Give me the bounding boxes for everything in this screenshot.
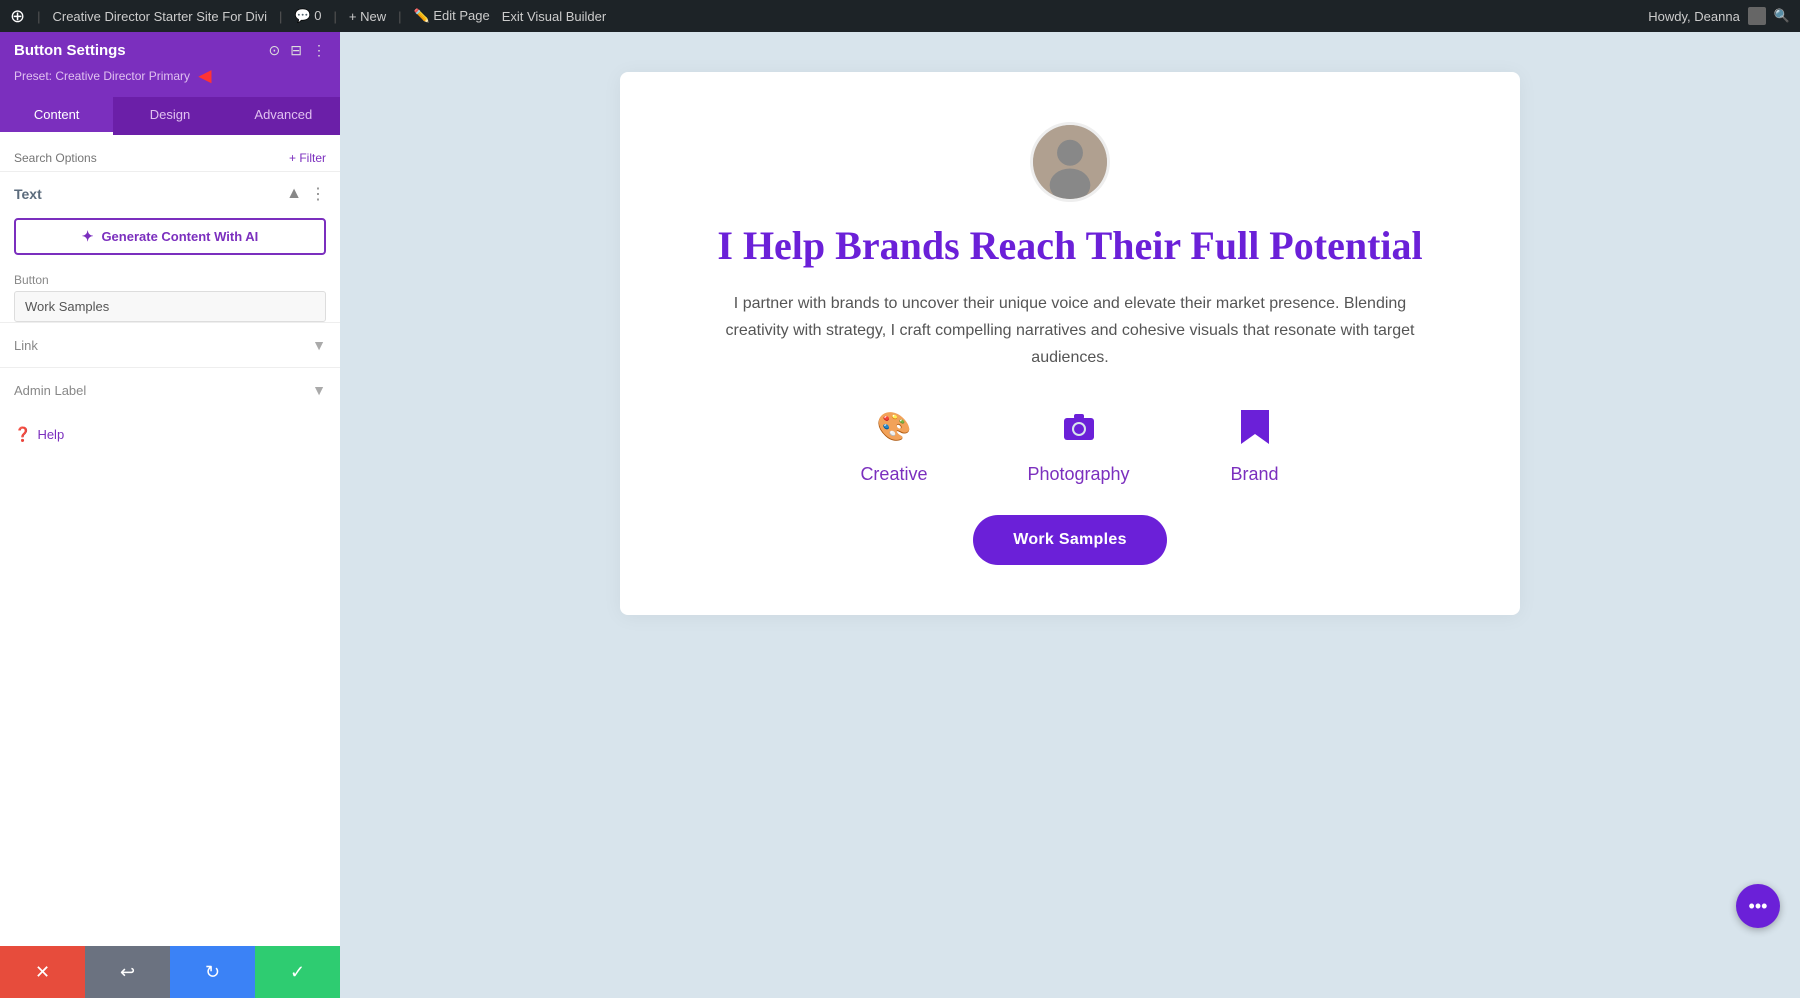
undo-button[interactable]: ↩ (85, 946, 170, 998)
admin-label-section: Admin Label ▼ (0, 367, 340, 412)
link-section-title: Link (14, 338, 38, 353)
panel-tabs: Content Design Advanced (0, 97, 340, 135)
ai-button-label: Generate Content With AI (101, 229, 258, 244)
cta-button[interactable]: Work Samples (973, 515, 1167, 565)
admin-avatar[interactable] (1748, 7, 1766, 25)
icon-item-brand: Brand (1230, 402, 1280, 485)
link-chevron-icon: ▼ (312, 337, 326, 353)
icons-row: 🎨 Creative Photography (860, 402, 1279, 485)
brand-icon (1230, 402, 1280, 452)
creative-label: Creative (860, 464, 927, 485)
ai-generate-button[interactable]: ✦ Generate Content With AI (14, 218, 326, 255)
preset-arrow: ◄ (194, 63, 216, 89)
text-section-header: Text ▲ ⋮ (0, 172, 340, 212)
ai-icon: ✦ (82, 228, 94, 245)
wp-admin-bar: ⊕ | Creative Director Starter Site For D… (0, 0, 1800, 32)
close-icon: ✕ (35, 962, 50, 983)
hero-card: I Help Brands Reach Their Full Potential… (620, 72, 1520, 615)
panel-header-icons: ⊙ ⊟ ⋮ (269, 42, 326, 59)
section-controls: ▲ ⋮ (286, 184, 326, 204)
brand-label: Brand (1231, 464, 1279, 485)
admin-bar-right: Howdy, Deanna 🔍 (1648, 7, 1790, 25)
filter-button[interactable]: + Filter (289, 151, 326, 165)
button-field-label: Button (0, 261, 340, 291)
link-section: Link ▼ (0, 322, 340, 367)
icon-item-creative: 🎨 Creative (860, 402, 927, 485)
panel-preset[interactable]: Preset: Creative Director Primary ◄ (14, 63, 326, 89)
separator-1: | (37, 9, 40, 24)
hero-title: I Help Brands Reach Their Full Potential (717, 222, 1422, 270)
panel-header-top: Button Settings ⊙ ⊟ ⋮ (14, 42, 326, 59)
separator-4: | (398, 9, 401, 24)
left-panel: Button Settings ⊙ ⊟ ⋮ Preset: Creative D… (0, 32, 340, 998)
tab-advanced[interactable]: Advanced (227, 97, 340, 135)
howdy-label: Howdy, Deanna (1648, 9, 1740, 24)
exit-builder-link[interactable]: Exit Visual Builder (502, 9, 607, 24)
check-icon: ✓ (290, 962, 305, 983)
hero-avatar (1030, 122, 1110, 202)
focus-mode-icon[interactable]: ⊙ (269, 42, 281, 59)
panel-title: Button Settings (14, 42, 126, 59)
redo-icon: ↻ (205, 962, 220, 983)
site-name[interactable]: Creative Director Starter Site For Divi (52, 9, 267, 24)
section-more-button[interactable]: ⋮ (310, 184, 326, 204)
close-button[interactable]: ✕ (0, 946, 85, 998)
check-button[interactable]: ✓ (255, 946, 340, 998)
new-link[interactable]: + New (349, 9, 386, 24)
link-section-header[interactable]: Link ▼ (14, 323, 326, 367)
creative-icon: 🎨 (869, 402, 919, 452)
panel-content: + Filter Text ▲ ⋮ ✦ Generate Content Wit… (0, 135, 340, 946)
admin-label-chevron-icon: ▼ (312, 382, 326, 398)
separator-3: | (333, 9, 336, 24)
photography-icon (1054, 402, 1104, 452)
undo-icon: ↩ (120, 962, 135, 983)
admin-label-section-header[interactable]: Admin Label ▼ (14, 368, 326, 412)
photography-label: Photography (1027, 464, 1129, 485)
text-section-title: Text (14, 186, 42, 202)
search-bar: + Filter (0, 145, 340, 172)
fab-icon: ••• (1749, 896, 1768, 917)
layout-icon[interactable]: ⊟ (290, 42, 302, 59)
edit-page-link[interactable]: ✏️ Edit Page (414, 8, 490, 24)
main-layout: Button Settings ⊙ ⊟ ⋮ Preset: Creative D… (0, 32, 1800, 998)
button-text-input[interactable] (14, 291, 326, 322)
help-label: Help (37, 427, 64, 442)
help-section[interactable]: ❓ Help (0, 412, 340, 457)
search-input[interactable] (14, 151, 283, 165)
redo-button[interactable]: ↻ (170, 946, 255, 998)
avatar-image (1033, 125, 1107, 199)
help-icon: ❓ (14, 426, 31, 443)
more-options-icon[interactable]: ⋮ (312, 42, 326, 59)
collapse-button[interactable]: ▲ (286, 185, 302, 203)
panel-header: Button Settings ⊙ ⊟ ⋮ Preset: Creative D… (0, 32, 340, 97)
comments-count[interactable]: 💬 0 (294, 8, 321, 24)
separator-2: | (279, 9, 282, 24)
search-icon[interactable]: 🔍 (1774, 8, 1790, 24)
hero-subtitle: I partner with brands to uncover their u… (720, 290, 1420, 372)
right-content: I Help Brands Reach Their Full Potential… (340, 32, 1800, 998)
admin-label-title: Admin Label (14, 383, 86, 398)
wp-logo-icon[interactable]: ⊕ (10, 6, 25, 27)
tab-content[interactable]: Content (0, 97, 113, 135)
preset-label: Preset: Creative Director Primary (14, 69, 190, 83)
fab-button[interactable]: ••• (1736, 884, 1780, 928)
icon-item-photography: Photography (1027, 402, 1129, 485)
bottom-bar: ✕ ↩ ↻ ✓ (0, 946, 340, 998)
tab-design[interactable]: Design (113, 97, 226, 135)
